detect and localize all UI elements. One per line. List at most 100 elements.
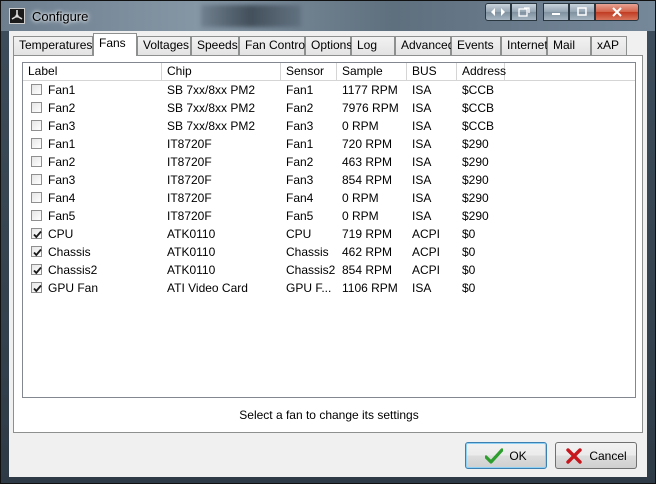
tab-voltages[interactable]: Voltages xyxy=(137,36,191,55)
table-row[interactable]: Fan1 IT8720F Fan1 720 RPM ISA $290 xyxy=(23,135,635,153)
table-row[interactable]: Fan1 SB 7xx/8xx PM2 Fan1 1177 RPM ISA $CCB xyxy=(23,81,635,99)
tab-fan-control[interactable]: Fan Control xyxy=(239,36,308,55)
row-checkbox[interactable] xyxy=(31,282,42,293)
cell-bus: ACPI xyxy=(412,245,441,259)
cell-sensor: Fan4 xyxy=(286,191,314,205)
cell-sensor: Fan1 xyxy=(286,83,314,97)
cell-bus: ISA xyxy=(412,137,432,151)
row-checkbox[interactable] xyxy=(31,192,42,203)
cell-chip: IT8720F xyxy=(167,209,212,223)
tab-options[interactable]: Options xyxy=(305,36,352,55)
column-header-chip[interactable]: Chip xyxy=(162,63,281,81)
table-row[interactable]: Fan2 SB 7xx/8xx PM2 Fan2 7976 RPM ISA $CCB xyxy=(23,99,635,117)
table-row[interactable]: Fan3 SB 7xx/8xx PM2 Fan3 0 RPM ISA $CCB xyxy=(23,117,635,135)
cell-address: $CCB xyxy=(462,83,495,97)
cell-bus: ISA xyxy=(412,83,432,97)
cell-sample: 462 RPM xyxy=(342,245,393,259)
tab-xap[interactable]: xAP xyxy=(591,36,627,55)
column-header-sensor[interactable]: Sensor xyxy=(281,63,337,81)
table-row[interactable]: Chassis2 ATK0110 Chassis2 854 RPM ACPI $0 xyxy=(23,261,635,279)
fans-tab-panel: Label Chip Sensor Sample BUS Address Fan1 SB 7… xyxy=(13,55,643,433)
row-checkbox[interactable] xyxy=(31,138,42,149)
tab-internet[interactable]: Internet xyxy=(501,36,548,55)
cell-chip: SB 7xx/8xx PM2 xyxy=(167,83,256,97)
window-title: Configure xyxy=(32,9,89,24)
table-row[interactable]: Fan3 IT8720F Fan3 854 RPM ISA $290 xyxy=(23,171,635,189)
tab-events[interactable]: Events xyxy=(451,36,501,55)
table-row[interactable]: Fan5 IT8720F Fan5 0 RPM ISA $290 xyxy=(23,207,635,225)
row-checkbox[interactable] xyxy=(31,84,42,95)
row-checkbox[interactable] xyxy=(31,156,42,167)
column-header-label[interactable]: Label xyxy=(23,63,162,81)
tab-temperatures[interactable]: Temperatures xyxy=(13,36,93,55)
table-row[interactable]: Fan2 IT8720F Fan2 463 RPM ISA $290 xyxy=(23,153,635,171)
green-check-icon xyxy=(485,447,504,464)
row-checkbox[interactable] xyxy=(31,246,42,257)
cell-label: GPU Fan xyxy=(48,281,99,295)
app-icon[interactable] xyxy=(9,8,25,24)
list-header: Label Chip Sensor Sample BUS Address xyxy=(23,63,635,81)
cell-address: $290 xyxy=(462,137,489,151)
cell-sensor: Fan5 xyxy=(286,209,314,223)
row-checkbox[interactable] xyxy=(31,174,42,185)
row-checkbox[interactable] xyxy=(31,102,42,113)
cell-sample: 719 RPM xyxy=(342,227,393,241)
cell-chip: SB 7xx/8xx PM2 xyxy=(167,101,256,115)
fans-list[interactable]: Label Chip Sensor Sample BUS Address Fan1 SB 7… xyxy=(22,62,636,398)
cell-address: $290 xyxy=(462,209,489,223)
popout-button[interactable] xyxy=(511,3,537,21)
cell-bus: ISA xyxy=(412,119,432,133)
cell-label: Fan3 xyxy=(48,119,76,133)
cell-chip: SB 7xx/8xx PM2 xyxy=(167,119,256,133)
cell-sample: 0 RPM xyxy=(342,209,379,223)
cell-bus: ISA xyxy=(412,281,432,295)
close-button[interactable] xyxy=(595,3,639,21)
table-row[interactable]: CPU ATK0110 CPU 719 RPM ACPI $0 xyxy=(23,225,635,243)
tab-log[interactable]: Log xyxy=(351,36,395,55)
cell-label: Fan2 xyxy=(48,101,76,115)
tab-speeds[interactable]: Speeds xyxy=(191,36,239,55)
row-checkbox[interactable] xyxy=(31,228,42,239)
table-row[interactable]: Chassis ATK0110 Chassis 462 RPM ACPI $0 xyxy=(23,243,635,261)
row-checkbox[interactable] xyxy=(31,210,42,221)
cell-address: $0 xyxy=(462,227,476,241)
row-checkbox[interactable] xyxy=(31,120,42,131)
row-checkbox[interactable] xyxy=(31,264,42,275)
tab-mail[interactable]: Mail xyxy=(547,36,591,55)
cancel-label: Cancel xyxy=(589,448,627,463)
cell-sensor: CPU xyxy=(286,227,312,241)
cancel-button[interactable]: Cancel xyxy=(555,442,637,469)
minimize-button[interactable] xyxy=(543,3,569,21)
cell-sample: 1177 RPM xyxy=(342,83,398,97)
maximize-button[interactable] xyxy=(569,3,595,21)
cell-sensor: Fan2 xyxy=(286,155,314,169)
nav-arrows-button[interactable] xyxy=(485,3,511,21)
cell-bus: ACPI xyxy=(412,227,441,241)
cell-label: Fan5 xyxy=(48,209,76,223)
column-header-sample[interactable]: Sample xyxy=(337,63,407,81)
cell-label: Chassis xyxy=(48,245,91,259)
cell-bus: ISA xyxy=(412,191,432,205)
table-row[interactable]: GPU Fan ATI Video Card GPU F... 1106 RPM ISA… xyxy=(23,279,635,297)
ok-button[interactable]: OK xyxy=(465,442,547,469)
cell-sample: 463 RPM xyxy=(342,155,393,169)
blurred-region xyxy=(201,5,301,27)
cell-sensor: Fan3 xyxy=(286,173,314,187)
cell-sample: 0 RPM xyxy=(342,119,379,133)
cell-chip: ATK0110 xyxy=(167,263,216,277)
cell-chip: IT8720F xyxy=(167,173,212,187)
cell-bus: ISA xyxy=(412,101,432,115)
column-header-address[interactable]: Address xyxy=(457,63,506,81)
tab-advanced[interactable]: Advanced xyxy=(395,36,454,55)
cell-bus: ISA xyxy=(412,155,432,169)
cell-bus: ISA xyxy=(412,173,432,187)
cell-address: $290 xyxy=(462,155,489,169)
dialog-client-area: Temperatures Fans Voltages Speeds Fan Contro… xyxy=(9,31,647,477)
column-header-bus[interactable]: BUS xyxy=(407,63,457,81)
cell-label: Fan2 xyxy=(48,155,76,169)
cell-sample: 7976 RPM xyxy=(342,101,399,115)
tab-fans[interactable]: Fans xyxy=(93,33,137,56)
cell-sample: 1106 RPM xyxy=(342,281,398,295)
table-row[interactable]: Fan4 IT8720F Fan4 0 RPM ISA $290 xyxy=(23,189,635,207)
title-bar[interactable]: Configure xyxy=(1,1,655,31)
